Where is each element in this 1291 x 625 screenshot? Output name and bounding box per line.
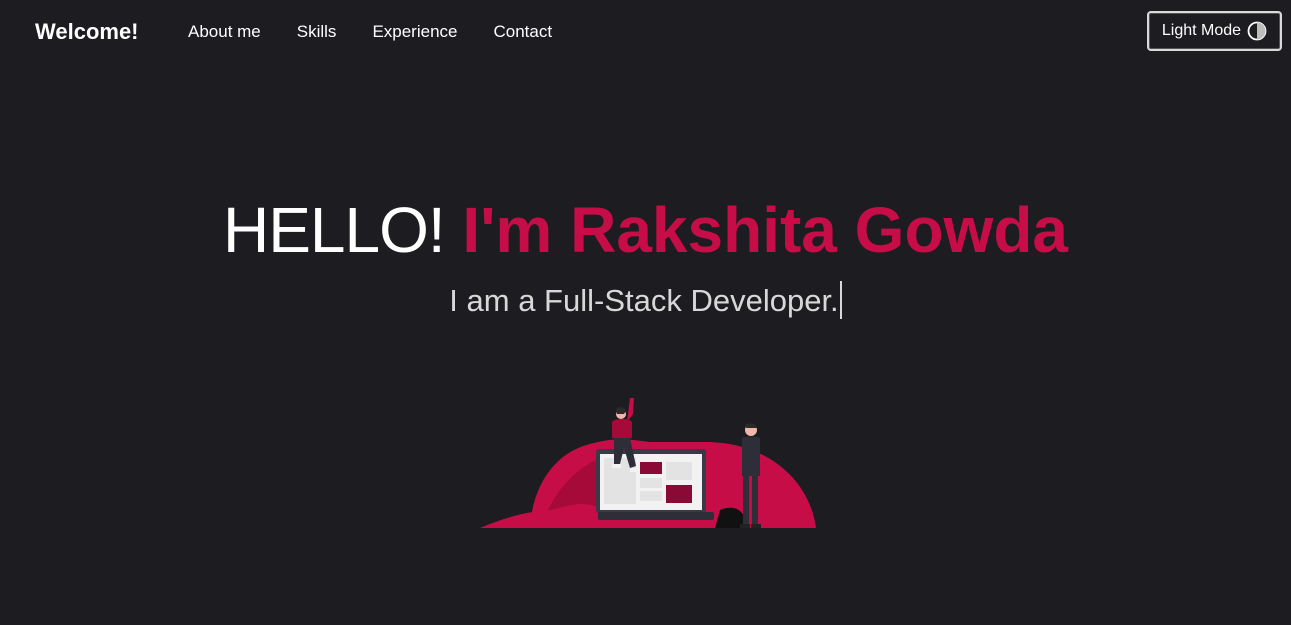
hero-title: HELLO! I'm Rakshita Gowda [0,192,1291,268]
navbar: Welcome! About me Skills Experience Cont… [0,0,1291,64]
light-mode-label: Light Mode [1161,22,1242,39]
nav-link-about-me[interactable]: About me [188,21,261,43]
nav-links: About me Skills Experience Contact [188,21,588,43]
light-mode-toggle-button[interactable]: Light Mode [1147,11,1282,51]
hero-subtitle-text: I am a Full-Stack Developer. [449,283,839,318]
brand-welcome-link[interactable]: Welcome! [35,19,139,45]
nav-link-contact[interactable]: Contact [494,21,553,43]
typing-cursor [839,281,842,319]
nav-link-skills[interactable]: Skills [297,21,337,43]
half-circle-contrast-icon [1247,21,1267,41]
nav-link-experience[interactable]: Experience [372,21,457,43]
hero-subtitle: I am a Full-Stack Developer. [0,281,1291,321]
hero-name: I'm Rakshita Gowda [462,194,1069,266]
developer-illustration [480,398,816,528]
hero-greeting: HELLO! [222,194,446,266]
